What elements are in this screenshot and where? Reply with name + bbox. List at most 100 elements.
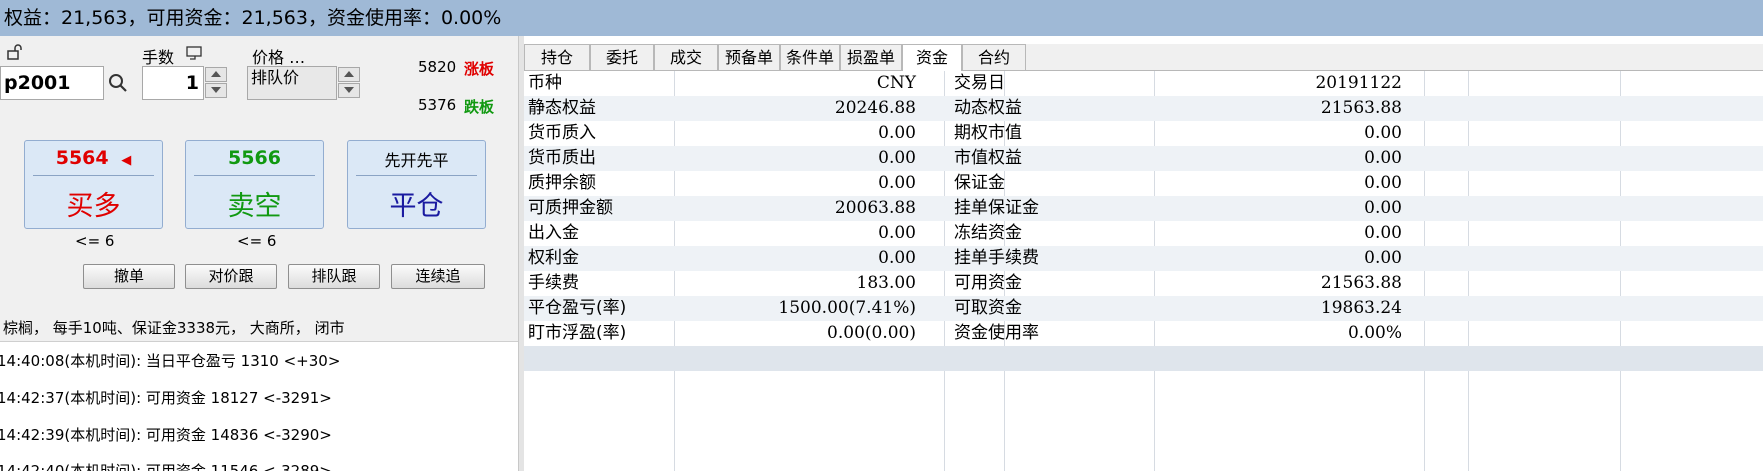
tab-stop-orders[interactable]: 损盈单 bbox=[840, 44, 902, 70]
table-row[interactable] bbox=[524, 346, 1763, 371]
field-value: 0.00 bbox=[878, 173, 916, 193]
field-label: 货币质出 bbox=[528, 148, 596, 168]
field-label: 权利金 bbox=[528, 248, 579, 268]
field-value: 0.00 bbox=[878, 248, 916, 268]
buy-long-button[interactable]: 5564 ◀ 买多 bbox=[24, 140, 163, 229]
field-label: 可取资金 bbox=[954, 298, 1022, 318]
price-label: 价格 … bbox=[252, 48, 306, 67]
continuous-chase-button[interactable]: 连续追 bbox=[391, 264, 485, 289]
field-label: 交易日 bbox=[954, 73, 1005, 93]
field-value: 0.00 bbox=[1364, 123, 1402, 143]
table-row[interactable] bbox=[524, 371, 1763, 396]
price-up-button[interactable] bbox=[338, 67, 360, 82]
tab-positions[interactable]: 持仓 bbox=[524, 44, 590, 70]
search-icon[interactable] bbox=[108, 73, 128, 97]
field-label: 可用资金 bbox=[954, 273, 1022, 293]
table-row[interactable]: 币种 CNY 交易日 20191122 bbox=[524, 71, 1763, 96]
field-value: 1500.00(7.41%) bbox=[778, 298, 916, 318]
tab-trades[interactable]: 成交 bbox=[654, 44, 718, 70]
field-value: 0.00 bbox=[878, 148, 916, 168]
table-row[interactable]: 盯市浮盈(率) 0.00(0.00) 资金使用率 0.00% bbox=[524, 321, 1763, 346]
lower-limit-label: 跌板 bbox=[464, 98, 495, 116]
funds-table: 币种 CNY 交易日 20191122 静态权益 20246.88 动态权益 21563.88… bbox=[524, 71, 1763, 471]
table-row[interactable]: 平仓盈亏(率) 1500.00(7.41%) 可取资金 19863.24 bbox=[524, 296, 1763, 321]
close-position-button[interactable]: 先开先平 平仓 bbox=[347, 140, 486, 229]
field-label: 资金使用率 bbox=[954, 323, 1039, 343]
tab-pre-orders[interactable]: 预备单 bbox=[718, 44, 780, 70]
close-label: 平仓 bbox=[389, 191, 444, 222]
buy-label: 买多 bbox=[66, 191, 121, 222]
qty-mode-icon[interactable] bbox=[186, 46, 204, 65]
field-value: 20191122 bbox=[1315, 73, 1402, 93]
tab-conditional-orders[interactable]: 条件单 bbox=[780, 44, 840, 70]
list-item: 14:42:39(本机时间): 可用资金 14836 <-3290> bbox=[0, 426, 332, 444]
field-value: 183.00 bbox=[856, 273, 916, 293]
close-mode-title: 先开先平 bbox=[384, 151, 449, 170]
buy-limit-text: <= 6 bbox=[75, 232, 115, 250]
field-value: CNY bbox=[876, 73, 916, 93]
qty-down-button[interactable] bbox=[205, 83, 227, 98]
list-item: 14:42:37(本机时间): 可用资金 18127 <-3291> bbox=[0, 389, 332, 407]
tab-funds[interactable]: 资金 bbox=[902, 44, 962, 71]
table-row[interactable]: 静态权益 20246.88 动态权益 21563.88 bbox=[524, 96, 1763, 121]
account-summary-bar: 权益：21,563，可用资金：21,563，资金使用率：0.00% bbox=[0, 0, 1763, 36]
tab-bar: 持仓 委托 成交 预备单 条件单 损盈单 资金 合约 bbox=[524, 44, 1763, 71]
contract-info: 棕榈， 每手10吨、保证金3338元， 大商所， 闭市 bbox=[3, 319, 345, 337]
funds-panel: 持仓 委托 成交 预备单 条件单 损盈单 资金 合约 币种 CNY 交易日 20191… bbox=[524, 36, 1763, 471]
table-row[interactable]: 出入金 0.00 冻结资金 0.00 bbox=[524, 221, 1763, 246]
field-value: 0.00 bbox=[1364, 198, 1402, 218]
chase-queue-price-button[interactable]: 排队跟 bbox=[288, 264, 380, 289]
field-value: 0.00(0.00) bbox=[827, 323, 916, 343]
upper-limit-label: 涨板 bbox=[464, 60, 495, 78]
field-value: 21563.88 bbox=[1320, 98, 1402, 118]
sell-label: 卖空 bbox=[227, 191, 282, 222]
sell-price: 5566 bbox=[228, 147, 281, 169]
list-item: 14:40:08(本机时间): 当日平仓盈亏 1310 <+30> bbox=[0, 352, 341, 370]
field-label: 手续费 bbox=[528, 273, 579, 293]
field-value: 0.00 bbox=[1364, 248, 1402, 268]
field-value: 0.00 bbox=[1364, 173, 1402, 193]
field-label: 期权市值 bbox=[954, 123, 1022, 143]
order-panel: 手数 价格 … p2001 1 排队价 5820 涨板 5376 跌板 5564… bbox=[0, 36, 518, 471]
table-row[interactable]: 质押余额 0.00 保证金 0.00 bbox=[524, 171, 1763, 196]
field-label: 盯市浮盈(率) bbox=[528, 323, 627, 343]
price-mode-input[interactable]: 排队价 bbox=[247, 66, 337, 100]
field-value: 0.00 bbox=[1364, 148, 1402, 168]
field-label: 币种 bbox=[528, 73, 562, 93]
table-row[interactable]: 货币质入 0.00 期权市值 0.00 bbox=[524, 121, 1763, 146]
price-down-button[interactable] bbox=[338, 83, 360, 98]
list-item: 14:42:40(本机时间): 可用资金 11546 <-3289> bbox=[0, 462, 332, 471]
contract-input[interactable]: p2001 bbox=[0, 66, 104, 100]
field-label: 挂单保证金 bbox=[954, 198, 1039, 218]
table-row[interactable]: 权利金 0.00 挂单手续费 0.00 bbox=[524, 246, 1763, 271]
tab-orders[interactable]: 委托 bbox=[590, 44, 654, 70]
qty-input[interactable]: 1 bbox=[142, 66, 204, 100]
lower-limit-price: 5376 bbox=[418, 96, 457, 114]
chase-counter-price-button[interactable]: 对价跟 bbox=[185, 264, 277, 289]
field-value: 19863.24 bbox=[1320, 298, 1402, 318]
qty-up-button[interactable] bbox=[205, 67, 227, 82]
lock-open-icon[interactable] bbox=[6, 44, 22, 64]
log-list[interactable]: 14:40:08(本机时间): 当日平仓盈亏 1310 <+30> 14:42:… bbox=[0, 341, 518, 471]
field-value: 0.00 bbox=[878, 123, 916, 143]
tab-contracts[interactable]: 合约 bbox=[962, 44, 1026, 70]
selected-arrow-icon: ◀ bbox=[121, 153, 132, 168]
field-label: 静态权益 bbox=[528, 98, 596, 118]
field-label: 出入金 bbox=[528, 223, 579, 243]
field-label: 市值权益 bbox=[954, 148, 1022, 168]
field-label: 质押余额 bbox=[528, 173, 596, 193]
field-label: 平仓盈亏(率) bbox=[528, 298, 627, 318]
field-value: 20246.88 bbox=[834, 98, 916, 118]
upper-limit-price: 5820 bbox=[418, 58, 457, 76]
sell-short-button[interactable]: 5566 卖空 bbox=[185, 140, 324, 229]
field-label: 保证金 bbox=[954, 173, 1005, 193]
table-row[interactable]: 货币质出 0.00 市值权益 0.00 bbox=[524, 146, 1763, 171]
field-label: 货币质入 bbox=[528, 123, 596, 143]
qty-label: 手数 bbox=[142, 48, 175, 67]
table-row[interactable]: 可质押金额 20063.88 挂单保证金 0.00 bbox=[524, 196, 1763, 221]
table-row[interactable]: 手续费 183.00 可用资金 21563.88 bbox=[524, 271, 1763, 296]
field-value: 0.00 bbox=[878, 223, 916, 243]
field-label: 挂单手续费 bbox=[954, 248, 1039, 268]
field-label: 可质押金额 bbox=[528, 198, 613, 218]
cancel-order-button[interactable]: 撤单 bbox=[83, 264, 175, 289]
